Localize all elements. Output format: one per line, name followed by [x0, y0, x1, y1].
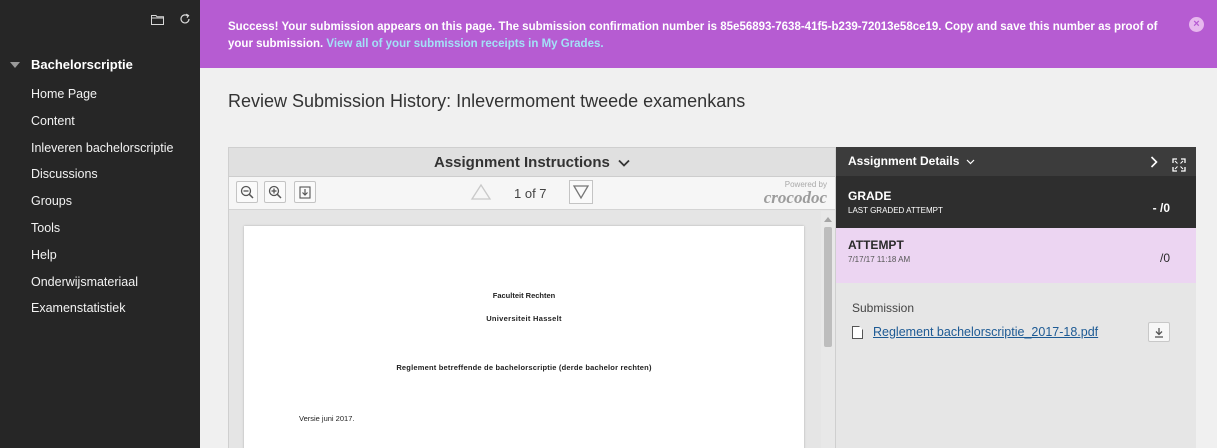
- document-line: Versie juni 2017.: [299, 414, 355, 423]
- sidebar-item-groups[interactable]: Groups: [0, 188, 200, 215]
- triangle-up-icon: [470, 183, 492, 200]
- document-line: Universiteit Hasselt: [486, 314, 562, 323]
- grade-score: - /0: [1152, 201, 1170, 215]
- sidebar-item-onderwijsmateriaal[interactable]: Onderwijsmateriaal: [0, 269, 200, 296]
- document-line: Reglement betreffende de bachelorscripti…: [396, 363, 652, 372]
- page-indicator: 1 of 7: [514, 186, 547, 201]
- document-viewer: Assignment Instructions 1 of 7 Powered b…: [228, 147, 836, 448]
- course-menu: Home Page Content Inleveren bachelorscri…: [0, 81, 200, 322]
- sidebar-item-examenstatistiek[interactable]: Examenstatistiek: [0, 295, 200, 322]
- attempt-summary[interactable]: ATTEMPT 7/17/17 11:18 AM /0: [836, 228, 1196, 283]
- grades-receipts-link[interactable]: View all of your submission receipts in …: [326, 38, 603, 50]
- grade-summary: GRADE LAST GRADED ATTEMPT - /0: [836, 176, 1196, 228]
- zoom-in-icon: [268, 185, 282, 199]
- assignment-instructions-toggle[interactable]: Assignment Instructions: [229, 148, 835, 177]
- triangle-down-icon: [572, 185, 590, 200]
- course-sidebar: Bachelorscriptie Home Page Content Inlev…: [0, 0, 200, 448]
- chevron-down-icon: [614, 154, 630, 171]
- course-title-toggle[interactable]: Bachelorscriptie: [10, 57, 133, 72]
- course-title: Bachelorscriptie: [31, 57, 133, 72]
- scroll-up-icon[interactable]: [824, 217, 832, 222]
- grade-subtitle: LAST GRADED ATTEMPT: [848, 206, 943, 215]
- scroll-thumb[interactable]: [824, 227, 832, 347]
- sidebar-item-inleveren-bachelorscriptie[interactable]: Inleveren bachelorscriptie: [0, 135, 200, 162]
- sidebar-item-tools[interactable]: Tools: [0, 215, 200, 242]
- download-document-button[interactable]: [294, 181, 316, 203]
- sidebar-item-discussions[interactable]: Discussions: [0, 161, 200, 188]
- submission-file: Reglement bachelorscriptie_2017-18.pdf: [852, 322, 1180, 342]
- assignment-details-panel: Assignment Details GRADE LAST GRADED ATT…: [836, 147, 1196, 448]
- attempt-score: /0: [1159, 251, 1170, 265]
- folder-icon[interactable]: [150, 12, 164, 26]
- document-area[interactable]: Faculteit Rechten Universiteit Hasselt R…: [229, 211, 835, 448]
- file-icon: [852, 325, 863, 339]
- download-icon: [1155, 327, 1163, 338]
- submission-label: Submission: [852, 301, 915, 315]
- viewer-header-label: Assignment Instructions: [433, 154, 610, 171]
- attempt-title: ATTEMPT: [848, 238, 904, 252]
- crocodoc-logo: Powered by crocodoc: [764, 180, 827, 208]
- caret-down-icon: [10, 61, 20, 68]
- sidebar-item-content[interactable]: Content: [0, 108, 200, 135]
- grade-title: GRADE: [848, 189, 892, 203]
- download-submission-button[interactable]: [1148, 322, 1170, 342]
- submission-file-link[interactable]: Reglement bachelorscriptie_2017-18.pdf: [873, 325, 1098, 339]
- crocodoc-brand: crocodoc: [763, 188, 827, 207]
- document-line: Faculteit Rechten: [492, 291, 556, 300]
- main-content: Success! Your submission appears on this…: [200, 0, 1217, 448]
- sidebar-tools: [150, 12, 192, 26]
- zoom-out-icon: [240, 185, 254, 199]
- sidebar-item-help[interactable]: Help: [0, 242, 200, 269]
- document-page: Faculteit Rechten Universiteit Hasselt R…: [244, 226, 804, 448]
- success-banner: Success! Your submission appears on this…: [200, 0, 1217, 68]
- sidebar-item-home-page[interactable]: Home Page: [0, 81, 200, 108]
- zoom-in-button[interactable]: [264, 181, 286, 203]
- refresh-icon[interactable]: [178, 12, 192, 26]
- details-header-label: Assignment Details: [848, 154, 960, 168]
- page-title: Review Submission History: Inlevermoment…: [228, 91, 746, 111]
- next-page-button[interactable]: [569, 180, 593, 204]
- close-icon[interactable]: ×: [1189, 17, 1204, 32]
- submission-section: Submission Reglement bachelorscriptie_20…: [836, 283, 1196, 342]
- attempt-timestamp: 7/17/17 11:18 AM: [848, 255, 911, 264]
- assignment-details-toggle[interactable]: Assignment Details: [836, 147, 1196, 176]
- expand-icon[interactable]: [1172, 154, 1186, 172]
- download-icon: [299, 185, 311, 199]
- zoom-out-button[interactable]: [236, 181, 258, 203]
- chevron-right-icon[interactable]: [1150, 147, 1158, 176]
- document-scrollbar[interactable]: [821, 211, 835, 448]
- chevron-down-icon: [963, 154, 975, 168]
- previous-page-button[interactable]: [469, 181, 493, 203]
- viewer-toolbar: 1 of 7 Powered by crocodoc: [229, 177, 835, 210]
